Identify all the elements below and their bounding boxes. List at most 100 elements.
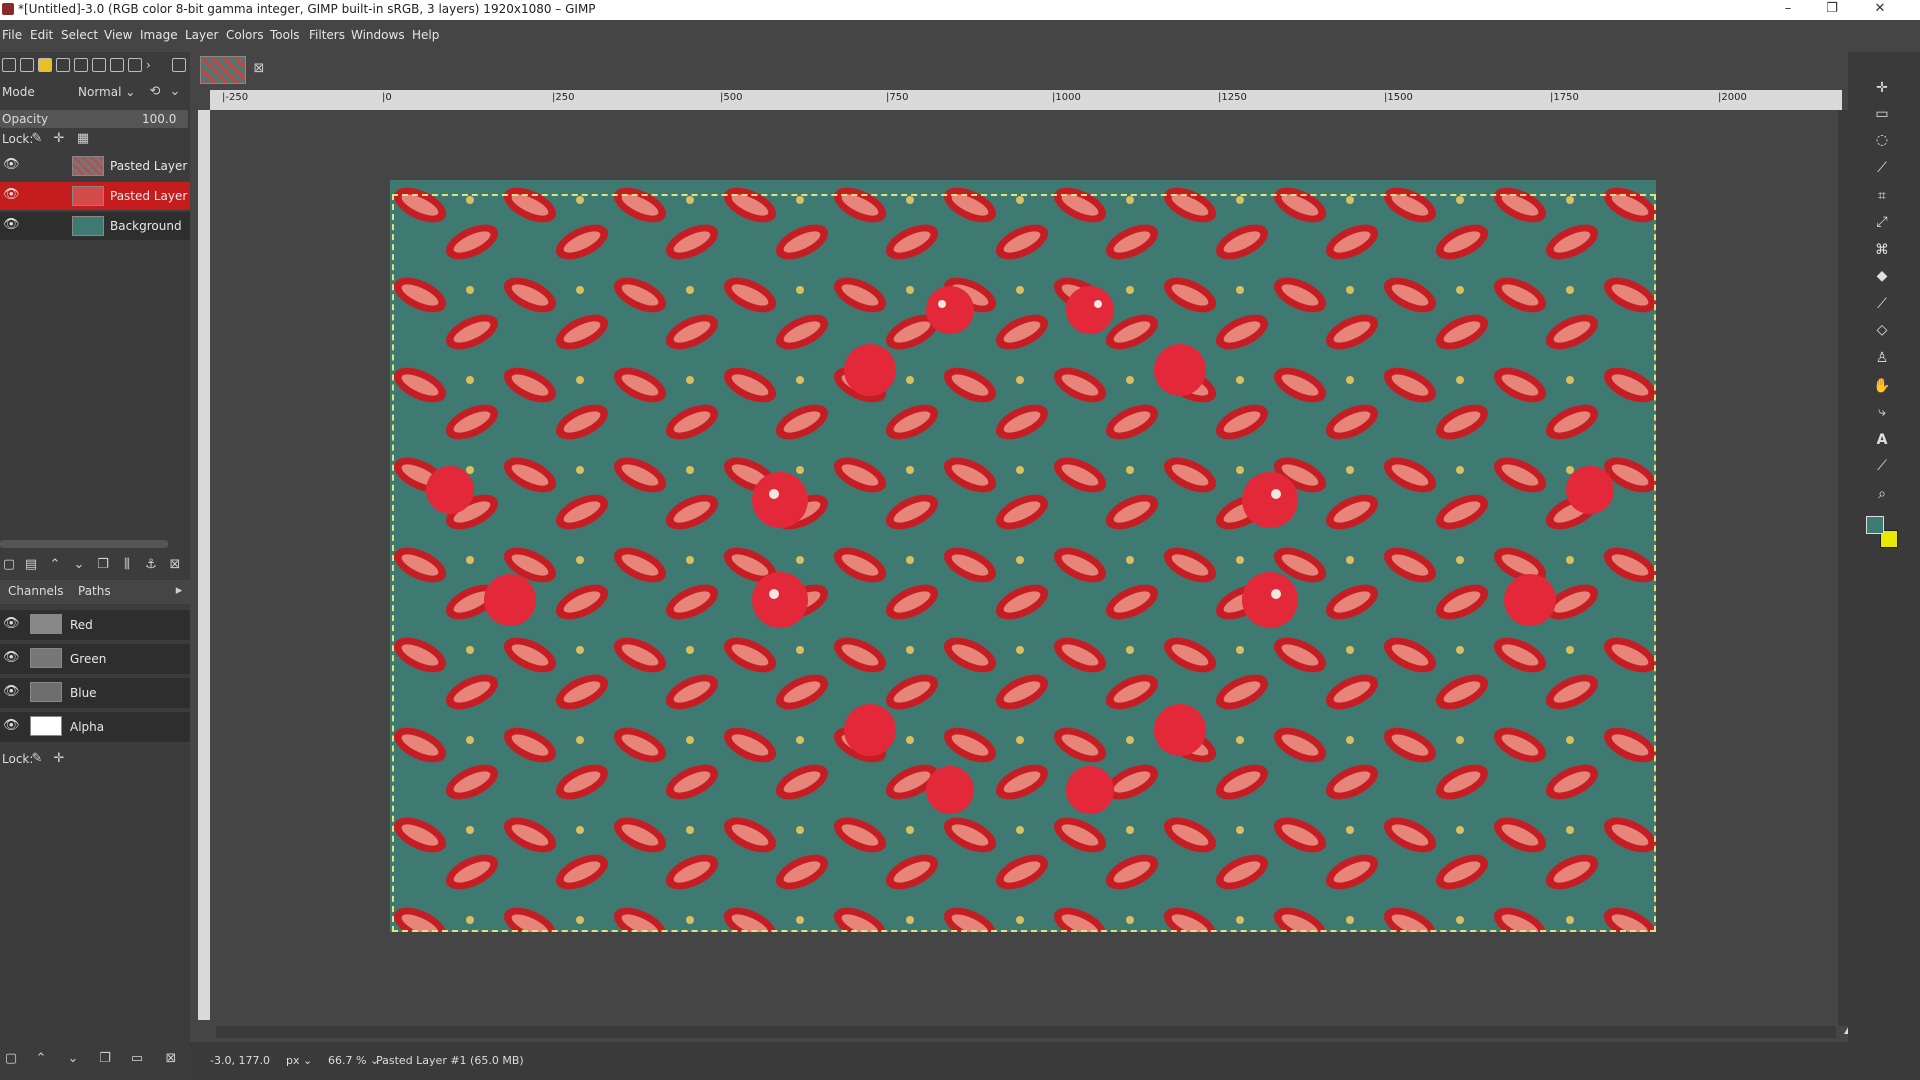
- unit-dropdown[interactable]: px ⌄: [286, 1054, 312, 1067]
- lower-channel-icon[interactable]: ⌄: [66, 1052, 80, 1066]
- eye-icon[interactable]: 👁: [3, 188, 20, 201]
- raise-layer-icon[interactable]: ⌃: [48, 558, 62, 572]
- smudge-tool-icon[interactable]: ✋: [1872, 376, 1892, 396]
- menu-select[interactable]: Select: [61, 28, 98, 42]
- channel-row[interactable]: 👁 Blue: [0, 678, 190, 708]
- warp-tool-icon[interactable]: ⌘: [1872, 240, 1892, 260]
- zoom-tool-icon[interactable]: ⌕: [1872, 484, 1892, 504]
- duplicate-channel-icon[interactable]: ❐: [98, 1052, 112, 1066]
- delete-layer-icon[interactable]: ⊠: [168, 558, 182, 572]
- rect-select-tool-icon[interactable]: ▭: [1872, 104, 1892, 124]
- ruler-tick: |1500: [1384, 92, 1413, 103]
- paths-tool-icon[interactable]: ⤷: [1872, 402, 1892, 422]
- menu-colors[interactable]: Colors: [226, 28, 264, 42]
- color-picker-tool-icon[interactable]: ⟋: [1872, 456, 1892, 476]
- mode-dropdown[interactable]: Normal ⌄: [78, 85, 135, 99]
- minimize-button[interactable]: –: [1768, 0, 1808, 20]
- lock-position-icon[interactable]: ✛: [52, 752, 66, 766]
- fuzzy-select-tool-icon[interactable]: ⟋: [1872, 158, 1892, 178]
- zoom-dropdown[interactable]: 66.7 % ⌄: [328, 1054, 379, 1067]
- menu-tools[interactable]: Tools: [270, 28, 300, 42]
- new-channel-icon[interactable]: ▢: [4, 1052, 18, 1066]
- layer-row[interactable]: 👁 Background: [0, 212, 190, 240]
- new-layer-icon[interactable]: ▤: [24, 558, 38, 572]
- crop-tool-icon[interactable]: ⌗: [1872, 186, 1892, 206]
- chevron-down-icon[interactable]: ⌄: [168, 85, 182, 99]
- anchor-layer-icon[interactable]: ⚓: [144, 558, 158, 572]
- device-status-tab-icon[interactable]: [20, 58, 34, 72]
- layers-scrollbar[interactable]: [0, 540, 168, 548]
- opacity-label: Opacity: [2, 112, 49, 126]
- clone-tool-icon[interactable]: ♙: [1872, 348, 1892, 368]
- eye-icon[interactable]: 👁: [3, 719, 20, 732]
- duplicate-layer-icon[interactable]: ❐: [96, 558, 110, 572]
- lock-pixels-icon[interactable]: ✎: [30, 132, 44, 146]
- channel-to-selection-icon[interactable]: ▭: [130, 1052, 144, 1066]
- fonts-tab-icon[interactable]: [74, 58, 88, 72]
- mode-reset-icon[interactable]: ⟲: [148, 85, 162, 99]
- lock-position-icon[interactable]: ✛: [52, 132, 66, 146]
- channel-thumbnail: [30, 682, 62, 702]
- image-tab-thumbnail[interactable]: [200, 56, 246, 84]
- new-layer-group-icon[interactable]: ▢: [2, 558, 16, 572]
- raise-channel-icon[interactable]: ⌃: [34, 1052, 48, 1066]
- eraser-tool-icon[interactable]: ◇: [1872, 320, 1892, 340]
- toolbox: [1848, 52, 1920, 1080]
- eye-icon[interactable]: 👁: [3, 617, 20, 630]
- ruler-tick: |500: [720, 92, 743, 103]
- lower-layer-icon[interactable]: ⌄: [72, 558, 86, 572]
- images-tab-icon[interactable]: [92, 58, 106, 72]
- lock-alpha-icon[interactable]: ▦: [76, 132, 90, 146]
- text-tool-icon[interactable]: A: [1872, 430, 1892, 450]
- menu-file[interactable]: File: [2, 28, 22, 42]
- menu-help[interactable]: Help: [412, 28, 439, 42]
- layer-name: Pasted Layer: [110, 159, 188, 173]
- menu-filters[interactable]: Filters: [309, 28, 345, 42]
- chevron-right-icon[interactable]: ›: [146, 58, 160, 72]
- brushes-tab-icon[interactable]: [38, 58, 52, 72]
- paintbrush-tool-icon[interactable]: ⟋: [1872, 294, 1892, 314]
- merge-layer-icon[interactable]: ⫼: [120, 558, 134, 572]
- bucket-fill-tool-icon[interactable]: ◆: [1872, 266, 1892, 286]
- horizontal-scrollbar[interactable]: [216, 1026, 1836, 1038]
- transform-tool-icon[interactable]: ⤢: [1872, 212, 1892, 232]
- lock-pixels-icon[interactable]: ✎: [30, 752, 44, 766]
- dock-menu-icon[interactable]: ▸: [172, 584, 186, 598]
- ruler-tick: |1750: [1550, 92, 1579, 103]
- eye-icon[interactable]: 👁: [3, 651, 20, 664]
- layers-tab-icon[interactable]: [110, 58, 124, 72]
- layer-row[interactable]: 👁 Pasted Layer: [0, 152, 190, 180]
- undo-tab-icon[interactable]: [128, 58, 142, 72]
- tab-paths[interactable]: Paths: [78, 584, 111, 598]
- layer-row-active[interactable]: 👁 Pasted Layer: [0, 182, 190, 210]
- menu-windows[interactable]: Windows: [351, 28, 405, 42]
- ruler-tick: |250: [552, 92, 575, 103]
- move-tool-icon[interactable]: ✛: [1872, 78, 1892, 98]
- mode-value: Normal: [78, 85, 122, 99]
- channel-row[interactable]: 👁 Alpha: [0, 712, 190, 742]
- status-message: Pasted Layer #1 (65.0 MB): [376, 1054, 524, 1067]
- vertical-ruler[interactable]: [198, 110, 210, 1020]
- eye-icon[interactable]: 👁: [3, 218, 20, 231]
- close-image-tab-icon[interactable]: ⊠: [252, 62, 266, 76]
- eye-icon[interactable]: 👁: [3, 158, 20, 171]
- tool-options-tab-icon[interactable]: [2, 58, 16, 72]
- menu-view[interactable]: View: [104, 28, 132, 42]
- foreground-color-swatch[interactable]: [1866, 516, 1884, 534]
- channel-name: Red: [70, 618, 93, 632]
- horizontal-ruler[interactable]: |-250 |0 |250 |500 |750 |1000 |1250 |150…: [210, 90, 1842, 110]
- channel-row[interactable]: 👁 Red: [0, 610, 190, 640]
- tab-channels[interactable]: Channels: [8, 584, 64, 598]
- lasso-tool-icon[interactable]: ◌: [1872, 130, 1892, 150]
- layer-thumbnail: [72, 216, 104, 236]
- dock-menu-icon[interactable]: [172, 58, 186, 72]
- maximize-button[interactable]: ❐: [1812, 0, 1852, 20]
- paint-tab-icon[interactable]: [56, 58, 70, 72]
- menu-image[interactable]: Image: [140, 28, 178, 42]
- menu-edit[interactable]: Edit: [30, 28, 53, 42]
- close-button[interactable]: ✕: [1860, 0, 1900, 20]
- menu-layer[interactable]: Layer: [185, 28, 218, 42]
- channel-row[interactable]: 👁 Green: [0, 644, 190, 674]
- delete-channel-icon[interactable]: ⊠: [164, 1052, 178, 1066]
- eye-icon[interactable]: 👁: [3, 685, 20, 698]
